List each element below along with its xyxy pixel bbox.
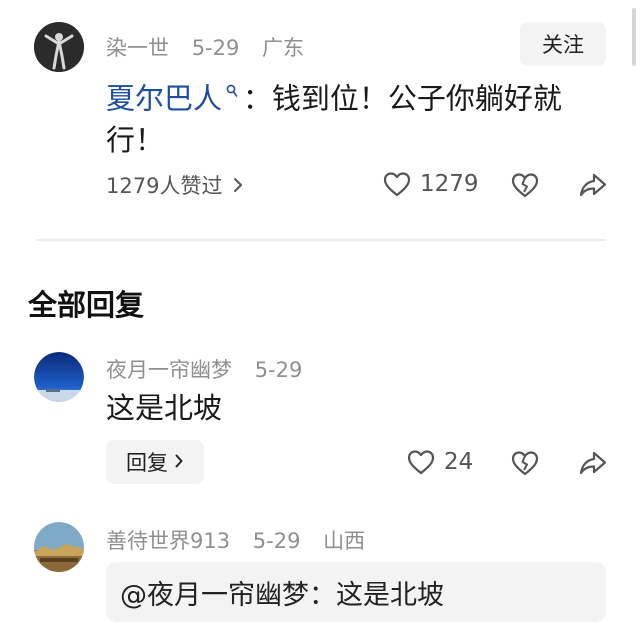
quoted-text: @夜月一帘幽梦：这是北坡	[120, 579, 444, 611]
comment-text-line1: ：钱到位！公子你躺好就	[242, 81, 562, 116]
reply-date: 5-29	[252, 529, 301, 553]
scrollbar[interactable]	[632, 8, 636, 66]
like-count: 24	[444, 449, 474, 475]
reply-meta: 善待世界913 5-29 山西	[106, 525, 381, 555]
reply-location: 山西	[323, 529, 366, 553]
heart-icon	[406, 447, 436, 477]
likes-summary-link[interactable]: 1279人赞过	[106, 170, 244, 200]
heart-icon	[382, 169, 412, 199]
quoted-reply[interactable]: @夜月一帘幽梦：这是北坡	[106, 562, 606, 622]
avatar[interactable]	[34, 522, 84, 572]
share-icon[interactable]	[578, 448, 608, 478]
like-button[interactable]: 1279	[382, 169, 479, 199]
chevron-right-icon	[232, 176, 244, 194]
search-icon	[222, 84, 243, 102]
username[interactable]: 染一世	[106, 36, 169, 60]
broken-heart-icon[interactable]	[510, 448, 540, 478]
likes-summary: 1279人赞过	[106, 174, 223, 198]
broken-heart-icon[interactable]	[510, 170, 540, 200]
follow-button[interactable]: 关注	[520, 22, 606, 66]
divider	[36, 239, 606, 241]
reply-button[interactable]: 回复	[106, 440, 204, 484]
comment-location: 广东	[262, 36, 305, 60]
reply-meta: 夜月一帘幽梦 5-29	[106, 354, 318, 384]
reply-text: 这是北坡	[106, 391, 223, 425]
comment-body: 夏尔巴人 ：钱到位！公子你躺好就 行！	[106, 74, 586, 161]
username[interactable]: 夜月一帘幽梦	[106, 358, 232, 382]
avatar[interactable]	[34, 352, 84, 402]
comment-text-line2: 行！	[106, 122, 165, 157]
section-title: 全部回复	[28, 288, 145, 322]
comment-date: 5-29	[191, 36, 240, 60]
username[interactable]: 善待世界913	[106, 529, 230, 553]
avatar[interactable]	[34, 22, 84, 72]
like-button[interactable]: 24	[406, 447, 473, 477]
reply-button-label: 回复	[126, 451, 168, 475]
reply-date: 5-29	[254, 358, 303, 382]
mention-link[interactable]: 夏尔巴人	[106, 82, 222, 116]
chevron-right-icon	[174, 450, 184, 474]
share-icon[interactable]	[578, 170, 608, 200]
like-count: 1279	[420, 171, 479, 197]
comment-meta: 染一世 5-29 广东	[106, 32, 320, 62]
